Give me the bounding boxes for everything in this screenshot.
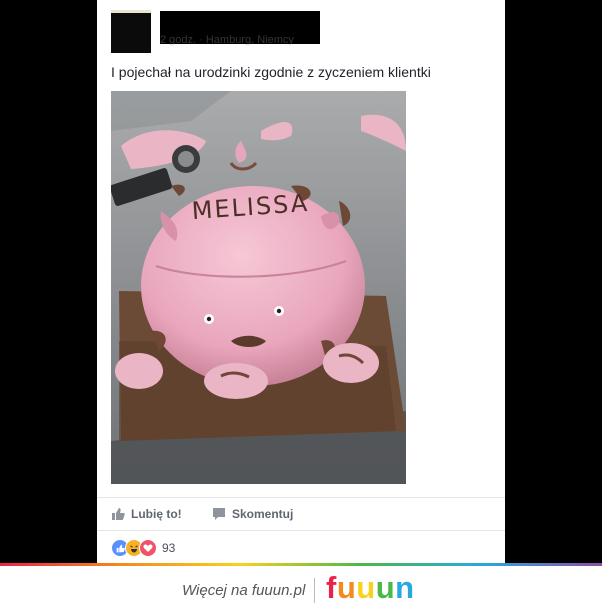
post-header: N 2 godz. · Hamburg, Niemcy xyxy=(97,0,505,56)
pig-cake-photo: MELISSA xyxy=(111,91,406,484)
comment-button[interactable]: Skomentuj xyxy=(212,506,293,522)
logo-letter: u xyxy=(375,570,396,605)
comment-label: Skomentuj xyxy=(232,507,294,521)
post-actions: Lubię to! Skomentuj xyxy=(97,497,505,531)
footer-text[interactable]: Więcej na fuuun.pl xyxy=(182,582,305,599)
post-photo[interactable]: MELISSA xyxy=(111,91,406,484)
logo-letter: u xyxy=(336,570,357,605)
reactions-summary[interactable]: 93 xyxy=(111,539,175,557)
post-meta: 2 godz. · Hamburg, Niemcy xyxy=(160,34,294,46)
like-label: Lubię to! xyxy=(131,507,182,521)
footer-separator xyxy=(314,578,315,603)
love-reaction-icon xyxy=(139,539,157,557)
author-avatar[interactable] xyxy=(111,10,151,53)
speech-bubble-icon xyxy=(213,508,225,520)
facebook-post: N 2 godz. · Hamburg, Niemcy I pojechał n… xyxy=(97,0,505,566)
watermark-footer: Więcej na fuuun.pl fuuun xyxy=(0,566,602,609)
post-text: I pojechał na urodzinki zgodnie z zyczen… xyxy=(111,64,431,80)
thumbs-up-icon xyxy=(112,508,125,520)
like-button[interactable]: Lubię to! xyxy=(111,506,182,522)
logo-letter: n xyxy=(395,570,415,605)
reactions-count[interactable]: 93 xyxy=(162,541,175,555)
fuuun-logo[interactable]: fuuun xyxy=(326,570,415,606)
logo-letter: u xyxy=(356,570,376,605)
logo-letter: f xyxy=(326,570,337,605)
